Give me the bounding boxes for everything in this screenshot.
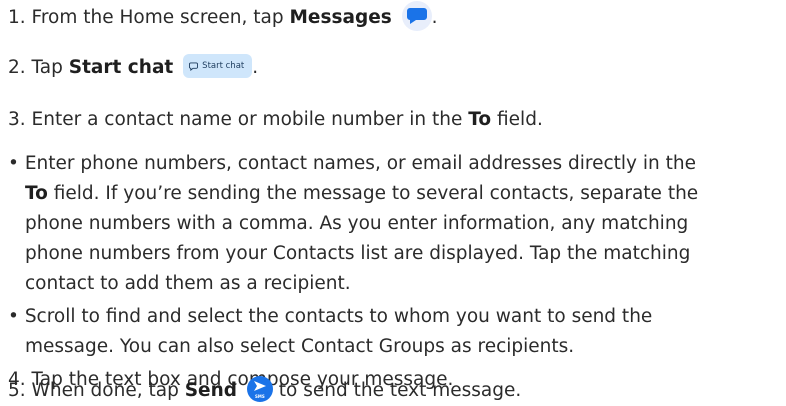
bullet-text: Enter phone numbers, contact names, or e… (24, 153, 696, 174)
step-number: 5. (8, 380, 26, 401)
step-number: 1. (8, 7, 26, 28)
start-chat-label: Start chat (68, 57, 174, 78)
bullet-2: • Scroll to find and select the contacts… (8, 302, 778, 362)
to-label: To (468, 109, 492, 130)
step-2: 2. Tap Start chat Start chat . (8, 53, 258, 83)
bullet-text: Scroll to find and select the contacts t… (24, 306, 653, 327)
start-chat-chip: Start chat (183, 54, 253, 78)
step-text: When done, tap (31, 380, 185, 401)
bullet-text: field. If you’re sending the message to … (47, 183, 699, 204)
step-end: field. (491, 109, 543, 130)
start-chat-chip-label: Start chat (202, 61, 245, 71)
step-end: . (431, 7, 438, 28)
bullet-line: message. You can also select Contact Gro… (25, 336, 575, 357)
to-label: To (25, 183, 48, 204)
bullet-marker: • (8, 153, 19, 174)
messages-icon (401, 1, 432, 31)
bullet-line: contact to add them as a recipient. (25, 273, 351, 294)
messages-label: Messages (289, 7, 392, 28)
bullet-line: • Scroll to find and select the contacts… (8, 302, 778, 332)
bullet-1: • Enter phone numbers, contact names, or… (8, 149, 778, 299)
step-end: to send the text message. (278, 380, 522, 401)
step-number: 3. (8, 109, 26, 130)
bullet-marker: • (8, 306, 19, 327)
step-text: Tap (31, 57, 69, 78)
step-1: 1. From the Home screen, tap Messages . (8, 1, 438, 33)
step-text: Enter a contact name or mobile number in… (31, 109, 469, 130)
bullet-line: • Enter phone numbers, contact names, or… (8, 149, 778, 179)
send-label: Send (184, 380, 237, 401)
step-end: . (252, 57, 259, 78)
step-text: From the Home screen, tap (31, 7, 290, 28)
sms-label: SMS (255, 394, 265, 399)
bullet-line: phone numbers with a comma. As you enter… (25, 213, 689, 234)
send-sms-icon: SMS (246, 376, 273, 402)
bullet-line: phone numbers from your Contacts list ar… (25, 243, 691, 264)
bullet-line: To field. If you’re sending the message … (8, 179, 778, 209)
step-number: 2. (8, 57, 26, 78)
instructions-page: 1. From the Home screen, tap Messages . … (0, 0, 786, 406)
step-3: 3. Enter a contact name or mobile number… (8, 105, 543, 135)
step-5: 5. When done, tap Send SMS to send the t… (8, 376, 521, 406)
chat-bubble-icon (189, 61, 199, 71)
